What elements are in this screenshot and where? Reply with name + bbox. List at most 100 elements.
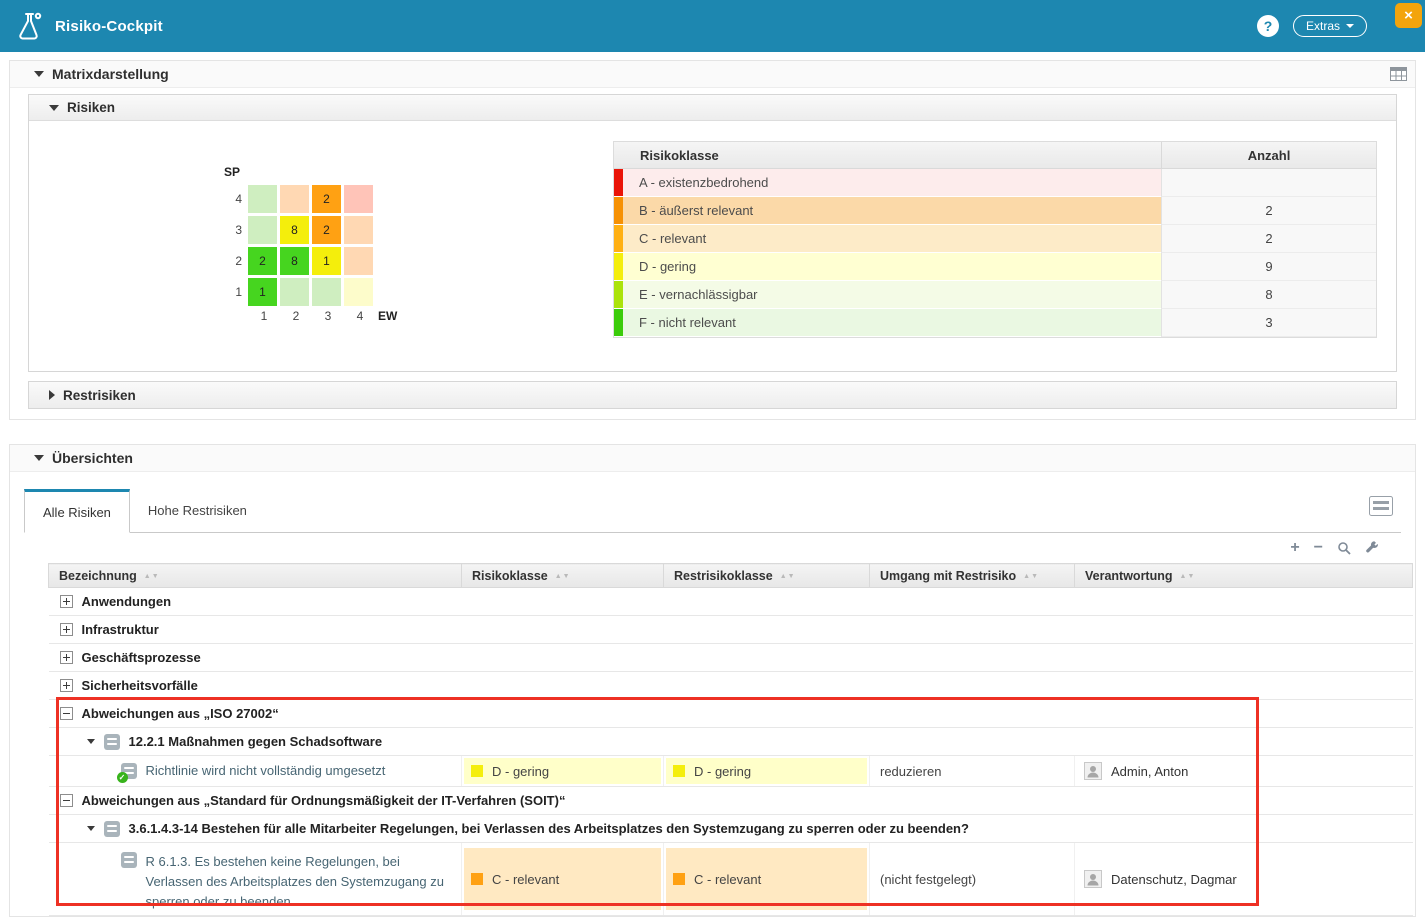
residual-class-chip: D - gering: [666, 758, 867, 784]
collapse-triangle-icon[interactable]: [87, 739, 95, 744]
matrix-section: Matrixdarstellung Risiken: [9, 60, 1416, 420]
risk-class-chip: D - gering: [464, 758, 661, 784]
matrix-cell: [312, 278, 341, 306]
collapse-triangle-icon[interactable]: [87, 826, 95, 831]
owner-cell: Admin, Anton: [1075, 756, 1413, 787]
risk-class-row: F - nicht relevant 3: [614, 309, 1376, 337]
tree-risk-row[interactable]: R 6.1.3. Es bestehen keine Regelungen, b…: [49, 843, 1413, 916]
column-header-bezeichnung[interactable]: Bezeichnung: [49, 564, 462, 588]
class-color-bar: [614, 197, 623, 225]
risk-matrix: SP 4 2 3 8 2: [29, 121, 613, 371]
matrix-view-grid-icon[interactable]: [1390, 67, 1407, 81]
expand-plus-icon[interactable]: [60, 595, 73, 608]
overview-section-header[interactable]: Übersichten: [10, 445, 1415, 472]
group-title: Sicherheitsvorfälle: [82, 678, 198, 693]
y-tick: 3: [224, 223, 242, 237]
column-label: Restrisikoklasse: [674, 569, 773, 583]
collapse-all-button[interactable]: −: [1314, 540, 1323, 556]
risk-class-table: Risikoklasse Anzahl A - existenzbedrohen…: [613, 141, 1377, 338]
collapse-minus-icon[interactable]: [60, 707, 73, 720]
class-color-bar: [614, 225, 623, 253]
matrix-cell: [344, 247, 373, 275]
matrix-cell: 8: [280, 216, 309, 244]
tree-group-row[interactable]: Abweichungen aus „Standard für Ordnungsm…: [49, 787, 1413, 815]
expand-plus-icon[interactable]: [60, 679, 73, 692]
tree-risk-row[interactable]: Richtlinie wird nicht vollständig umgese…: [49, 756, 1413, 787]
class-label: A - existenzbedrohend: [623, 169, 1161, 197]
tree-control-row[interactable]: 3.6.1.4.3-14 Bestehen für alle Mitarbeit…: [49, 815, 1413, 843]
y-tick: 4: [224, 192, 242, 206]
column-label: Risikoklasse: [472, 569, 548, 583]
class-color-bar: [614, 309, 623, 337]
risk-class-label: C - relevant: [492, 872, 559, 887]
class-count: 8: [1161, 281, 1376, 309]
class-count: 2: [1161, 197, 1376, 225]
risk-class-row: E - vernachlässigbar 8: [614, 281, 1376, 309]
tree-control-row[interactable]: 12.2.1 Maßnahmen gegen Schadsoftware: [49, 728, 1413, 756]
matrix-cell: [248, 185, 277, 213]
matrix-cell: [248, 216, 277, 244]
tree-group-row[interactable]: Anwendungen: [49, 588, 1413, 616]
overview-section-title: Übersichten: [52, 450, 133, 466]
app-header: Risiko-Cockpit ? Extras ×: [0, 0, 1425, 52]
residual-class-chip: C - relevant: [666, 848, 867, 910]
person-avatar-icon: [1084, 870, 1102, 888]
tree-group-row[interactable]: Abweichungen aus „ISO 27002“: [49, 700, 1413, 728]
risk-class-label: D - gering: [492, 764, 549, 779]
tree-group-row[interactable]: Infrastruktur: [49, 616, 1413, 644]
close-button[interactable]: ×: [1395, 3, 1422, 28]
risiken-header[interactable]: Risiken: [29, 95, 1396, 121]
x-axis-label: EW: [378, 309, 397, 323]
column-header-restrisikoklasse[interactable]: Restrisikoklasse: [664, 564, 870, 588]
residual-class-label: C - relevant: [694, 872, 761, 887]
owner-name: Datenschutz, Dagmar: [1111, 872, 1237, 887]
class-color-bar: [614, 281, 623, 309]
settings-wrench-icon[interactable]: [1365, 541, 1379, 555]
group-title: Abweichungen aus „Standard für Ordnungsm…: [82, 793, 566, 808]
extras-button[interactable]: Extras: [1293, 15, 1367, 37]
column-label: Umgang mit Restrisiko: [880, 569, 1016, 583]
class-label: C - relevant: [623, 225, 1161, 253]
matrix-cell: 8: [280, 247, 309, 275]
risk-class-chip: C - relevant: [464, 848, 661, 910]
tree-group-row[interactable]: Sicherheitsvorfälle: [49, 672, 1413, 700]
expand-plus-icon[interactable]: [60, 651, 73, 664]
column-header-risikoklasse[interactable]: Risikoklasse: [462, 564, 664, 588]
tab-label: Hohe Restrisiken: [148, 503, 247, 518]
matrix-cell: 1: [248, 278, 277, 306]
matrix-cell: 2: [312, 216, 341, 244]
residual-class-color-icon: [673, 765, 685, 777]
column-header-risikoklasse: Risikoklasse: [614, 142, 1161, 168]
expand-plus-icon[interactable]: [60, 623, 73, 636]
collapse-minus-icon[interactable]: [60, 794, 73, 807]
column-header-verantwortung[interactable]: Verantwortung: [1075, 564, 1413, 588]
help-button[interactable]: ?: [1257, 15, 1279, 37]
expand-all-button[interactable]: +: [1290, 540, 1299, 556]
risiken-panel: Risiken SP 4 2 3: [28, 94, 1397, 372]
restrisiken-header[interactable]: Restrisiken: [28, 381, 1397, 409]
class-count: 2: [1161, 225, 1376, 253]
tab-hohe-restrisiken[interactable]: Hohe Restrisiken: [130, 488, 265, 532]
risk-class-row: D - gering 9: [614, 253, 1376, 281]
collapse-triangle-icon: [34, 455, 44, 461]
matrix-cell: 2: [312, 185, 341, 213]
sort-icons: [773, 569, 796, 583]
collapse-triangle-icon: [34, 71, 44, 77]
matrix-section-header[interactable]: Matrixdarstellung: [10, 61, 1415, 88]
y-tick: 2: [224, 254, 242, 268]
group-title: Geschäftsprozesse: [82, 650, 201, 665]
class-count: [1161, 169, 1376, 197]
x-tick: 1: [248, 309, 280, 323]
matrix-cell: 2: [248, 247, 277, 275]
table-header-row: Bezeichnung Risikoklasse Restrisikoklass…: [49, 564, 1413, 588]
app-logo-flask-icon: [16, 11, 42, 41]
chevron-down-icon: [1346, 24, 1354, 28]
owner-name: Admin, Anton: [1111, 764, 1188, 779]
tree-group-row[interactable]: Geschäftsprozesse: [49, 644, 1413, 672]
layout-view-icon[interactable]: [1369, 496, 1393, 519]
residual-class-label: D - gering: [694, 764, 751, 779]
control-icon: [104, 821, 120, 837]
tab-alle-risiken[interactable]: Alle Risiken: [24, 489, 130, 533]
search-icon[interactable]: [1337, 541, 1351, 555]
column-header-umgang[interactable]: Umgang mit Restrisiko: [870, 564, 1075, 588]
